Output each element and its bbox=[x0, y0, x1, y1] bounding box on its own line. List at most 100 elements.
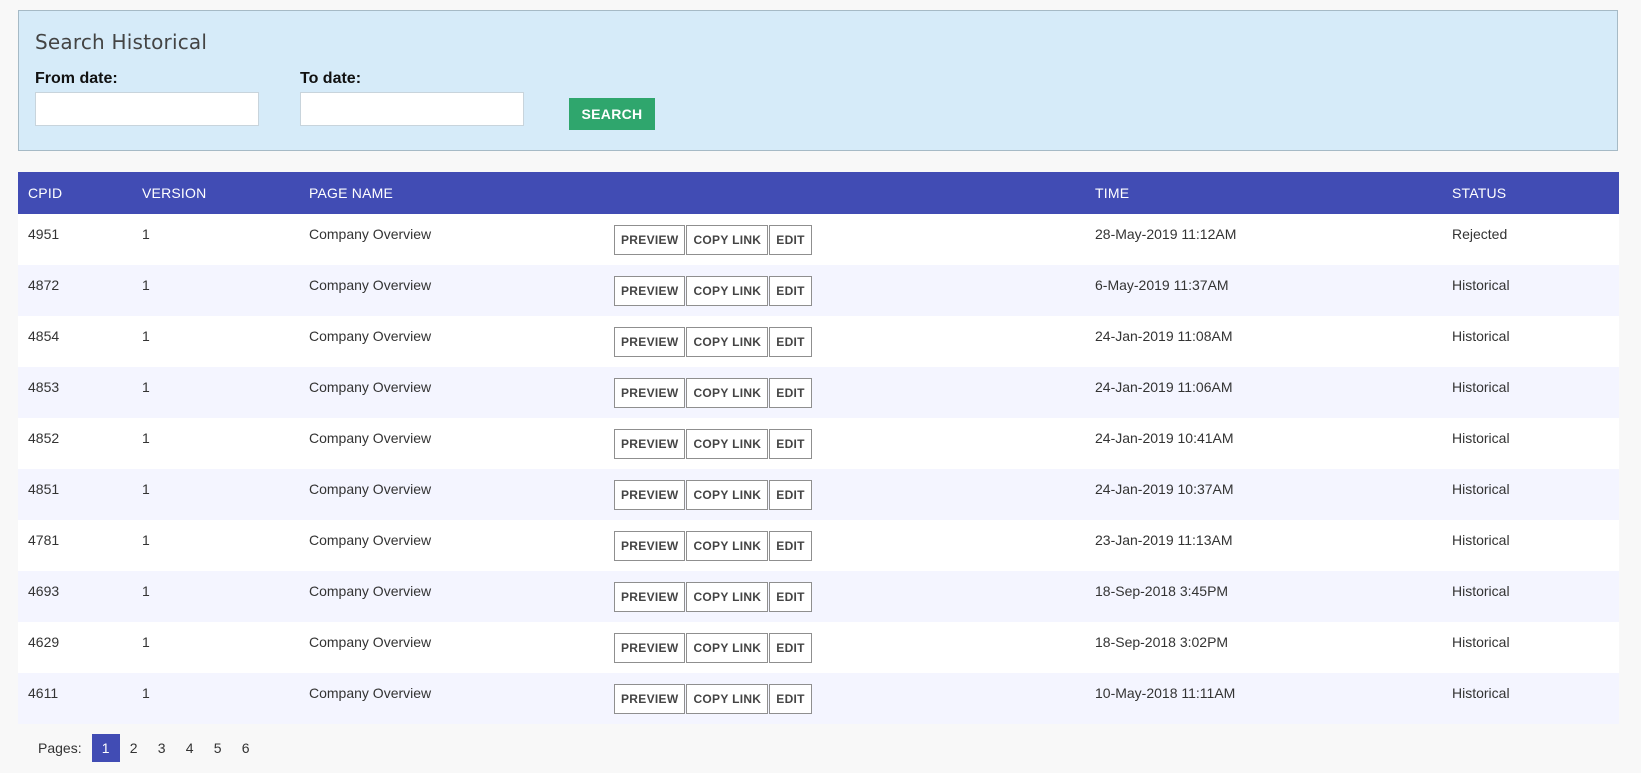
cell-page-name: Company Overview bbox=[309, 634, 432, 650]
cell-version: 1 bbox=[142, 532, 150, 548]
cell-cpid: 4629 bbox=[28, 634, 60, 650]
edit-button[interactable]: EDIT bbox=[769, 327, 812, 357]
cell-page-name: Company Overview bbox=[309, 430, 432, 446]
preview-button[interactable]: PREVIEW bbox=[614, 378, 686, 408]
cell-cpid: 4854 bbox=[28, 328, 60, 344]
cell-page-name: Company Overview bbox=[309, 226, 432, 242]
copy-link-button[interactable]: COPY LINK bbox=[686, 327, 769, 357]
table-body: 4951 1 Company Overview PREVIEW COPY LINK EDI… bbox=[18, 214, 1619, 724]
page-link-6[interactable]: 6 bbox=[232, 734, 260, 762]
cell-page-name: Company Overview bbox=[309, 532, 432, 548]
cell-status: Historical bbox=[1452, 481, 1510, 497]
preview-button[interactable]: PREVIEW bbox=[614, 633, 686, 663]
page-link-1[interactable]: 1 bbox=[91, 734, 120, 762]
cell-version: 1 bbox=[142, 634, 150, 650]
copy-link-button[interactable]: COPY LINK bbox=[686, 429, 769, 459]
page-link-3[interactable]: 3 bbox=[148, 734, 176, 762]
cell-actions: PREVIEW COPY LINK EDIT bbox=[614, 469, 1085, 520]
cell-page-name: Company Overview bbox=[309, 277, 432, 293]
preview-button[interactable]: PREVIEW bbox=[614, 327, 686, 357]
preview-button[interactable]: PREVIEW bbox=[614, 429, 686, 459]
cell-time: 6-May-2019 11:37AM bbox=[1095, 277, 1229, 293]
cell-version: 1 bbox=[142, 226, 150, 242]
copy-link-button[interactable]: COPY LINK bbox=[686, 684, 769, 714]
cell-page-name: Company Overview bbox=[309, 685, 432, 701]
cell-status: Historical bbox=[1452, 430, 1510, 446]
cell-actions: PREVIEW COPY LINK EDIT bbox=[614, 571, 1085, 622]
cell-time: 18-Sep-2018 3:02PM bbox=[1095, 634, 1229, 650]
cell-status: Historical bbox=[1452, 685, 1510, 701]
edit-button[interactable]: EDIT bbox=[769, 684, 812, 714]
search-panel: Search Historical From date: To date: SE… bbox=[18, 10, 1618, 151]
cell-page-name: Company Overview bbox=[309, 379, 432, 395]
page-link-5[interactable]: 5 bbox=[204, 734, 232, 762]
edit-button[interactable]: EDIT bbox=[769, 582, 812, 612]
copy-link-button[interactable]: COPY LINK bbox=[686, 531, 769, 561]
cell-version: 1 bbox=[142, 328, 150, 344]
edit-button[interactable]: EDIT bbox=[769, 480, 812, 510]
preview-button[interactable]: PREVIEW bbox=[614, 582, 686, 612]
table-row: 4854 1 Company Overview PREVIEW COPY LINK EDI… bbox=[18, 316, 1619, 367]
table-row: 4872 1 Company Overview PREVIEW COPY LINK EDI… bbox=[18, 265, 1619, 316]
cell-actions: PREVIEW COPY LINK EDIT bbox=[614, 622, 1085, 673]
preview-button[interactable]: PREVIEW bbox=[614, 225, 686, 255]
cell-cpid: 4693 bbox=[28, 583, 60, 599]
preview-button[interactable]: PREVIEW bbox=[614, 276, 686, 306]
page-link-4[interactable]: 4 bbox=[176, 734, 204, 762]
table-row: 4851 1 Company Overview PREVIEW COPY LINK EDI… bbox=[18, 469, 1619, 520]
preview-button[interactable]: PREVIEW bbox=[614, 684, 686, 714]
copy-link-button[interactable]: COPY LINK bbox=[686, 378, 769, 408]
cell-time: 24-Jan-2019 10:37AM bbox=[1095, 481, 1234, 497]
copy-link-button[interactable]: COPY LINK bbox=[686, 582, 769, 612]
cell-time: 24-Jan-2019 10:41AM bbox=[1095, 430, 1234, 446]
cell-version: 1 bbox=[142, 685, 150, 701]
cell-actions: PREVIEW COPY LINK EDIT bbox=[614, 214, 1085, 265]
preview-button[interactable]: PREVIEW bbox=[614, 531, 686, 561]
cell-actions: PREVIEW COPY LINK EDIT bbox=[614, 520, 1085, 571]
edit-button[interactable]: EDIT bbox=[769, 378, 812, 408]
copy-link-button[interactable]: COPY LINK bbox=[686, 480, 769, 510]
copy-link-button[interactable]: COPY LINK bbox=[686, 633, 769, 663]
cell-version: 1 bbox=[142, 379, 150, 395]
cell-time: 28-May-2019 11:12AM bbox=[1095, 226, 1237, 242]
cell-time: 10-May-2018 11:11AM bbox=[1095, 685, 1236, 701]
column-header-version: VERSION bbox=[142, 185, 207, 201]
cell-time: 24-Jan-2019 11:06AM bbox=[1095, 379, 1233, 395]
page-link-2[interactable]: 2 bbox=[120, 734, 148, 762]
cell-actions: PREVIEW COPY LINK EDIT bbox=[614, 367, 1085, 418]
cell-status: Historical bbox=[1452, 379, 1510, 395]
column-header-time: TIME bbox=[1095, 185, 1130, 201]
column-header-actions bbox=[614, 172, 1085, 214]
page-links: 123456 bbox=[91, 734, 260, 762]
cell-version: 1 bbox=[142, 481, 150, 497]
from-date-input[interactable] bbox=[35, 92, 259, 126]
cell-status: Historical bbox=[1452, 328, 1510, 344]
edit-button[interactable]: EDIT bbox=[769, 225, 812, 255]
cell-actions: PREVIEW COPY LINK EDIT bbox=[614, 673, 1085, 724]
pages-label: Pages: bbox=[38, 740, 82, 756]
cell-cpid: 4611 bbox=[28, 685, 59, 701]
cell-page-name: Company Overview bbox=[309, 583, 432, 599]
cell-actions: PREVIEW COPY LINK EDIT bbox=[614, 265, 1085, 316]
cell-cpid: 4851 bbox=[28, 481, 60, 497]
table-row: 4852 1 Company Overview PREVIEW COPY LINK EDI… bbox=[18, 418, 1619, 469]
search-title: Search Historical bbox=[35, 30, 208, 54]
copy-link-button[interactable]: COPY LINK bbox=[686, 225, 769, 255]
column-header-cpid: CPID bbox=[28, 185, 63, 201]
to-date-input[interactable] bbox=[300, 92, 524, 126]
pagination: Pages: 123456 bbox=[38, 734, 260, 762]
copy-link-button[interactable]: COPY LINK bbox=[686, 276, 769, 306]
preview-button[interactable]: PREVIEW bbox=[614, 480, 686, 510]
to-date-label: To date: bbox=[300, 70, 362, 87]
edit-button[interactable]: EDIT bbox=[769, 531, 812, 561]
cell-cpid: 4872 bbox=[28, 277, 60, 293]
edit-button[interactable]: EDIT bbox=[769, 276, 812, 306]
table-row: 4781 1 Company Overview PREVIEW COPY LINK EDI… bbox=[18, 520, 1619, 571]
edit-button[interactable]: EDIT bbox=[769, 429, 812, 459]
table-row: 4629 1 Company Overview PREVIEW COPY LINK EDI… bbox=[18, 622, 1619, 673]
cell-cpid: 4853 bbox=[28, 379, 60, 395]
table-row: 4951 1 Company Overview PREVIEW COPY LINK EDI… bbox=[18, 214, 1619, 265]
table-row: 4853 1 Company Overview PREVIEW COPY LINK EDI… bbox=[18, 367, 1619, 418]
search-button[interactable]: SEARCH bbox=[569, 98, 655, 130]
edit-button[interactable]: EDIT bbox=[769, 633, 812, 663]
